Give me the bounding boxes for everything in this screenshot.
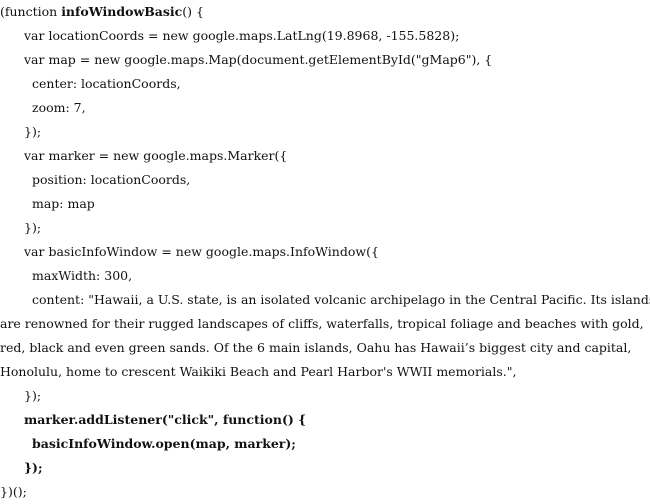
- code-line-18: marker.addListener("click", function() {: [24, 412, 307, 427]
- code-line-14: are renowned for their rugged landscapes…: [0, 316, 644, 331]
- code-token: () {: [182, 4, 204, 19]
- function-name: infoWindowBasic: [61, 4, 183, 19]
- code-line-9: map: map: [32, 196, 95, 211]
- code-line-12: maxWidth: 300,: [32, 268, 133, 283]
- code-line-21: })();: [0, 484, 27, 499]
- code-line-20: });: [24, 460, 43, 475]
- code-token: (function: [0, 4, 62, 19]
- code-line-10: });: [24, 220, 42, 235]
- code-line-13: content: "Hawaii, a U.S. state, is an is…: [32, 292, 650, 307]
- code-line-7: var marker = new google.maps.Marker({: [24, 148, 288, 163]
- code-line-11: var basicInfoWindow = new google.maps.In…: [24, 244, 379, 259]
- code-line-16: Honolulu, home to crescent Waikiki Beach…: [0, 364, 517, 379]
- code-line-2: var locationCoords = new google.maps.Lat…: [24, 28, 460, 43]
- code-line-4: center: locationCoords,: [32, 76, 181, 91]
- code-line-6: });: [24, 124, 42, 139]
- code-line-17: });: [24, 388, 42, 403]
- code-line-5: zoom: 7,: [32, 100, 86, 115]
- code-line-1: (function infoWindowBasic() {: [0, 0, 650, 24]
- code-line-15: red, black and even green sands. Of the …: [0, 340, 632, 355]
- code-line-3: var map = new google.maps.Map(document.g…: [24, 52, 493, 67]
- code-listing: (function infoWindowBasic() { var locati…: [0, 0, 650, 504]
- code-line-19: basicInfoWindow.open(map, marker);: [32, 436, 296, 451]
- code-line-8: position: locationCoords,: [32, 172, 191, 187]
